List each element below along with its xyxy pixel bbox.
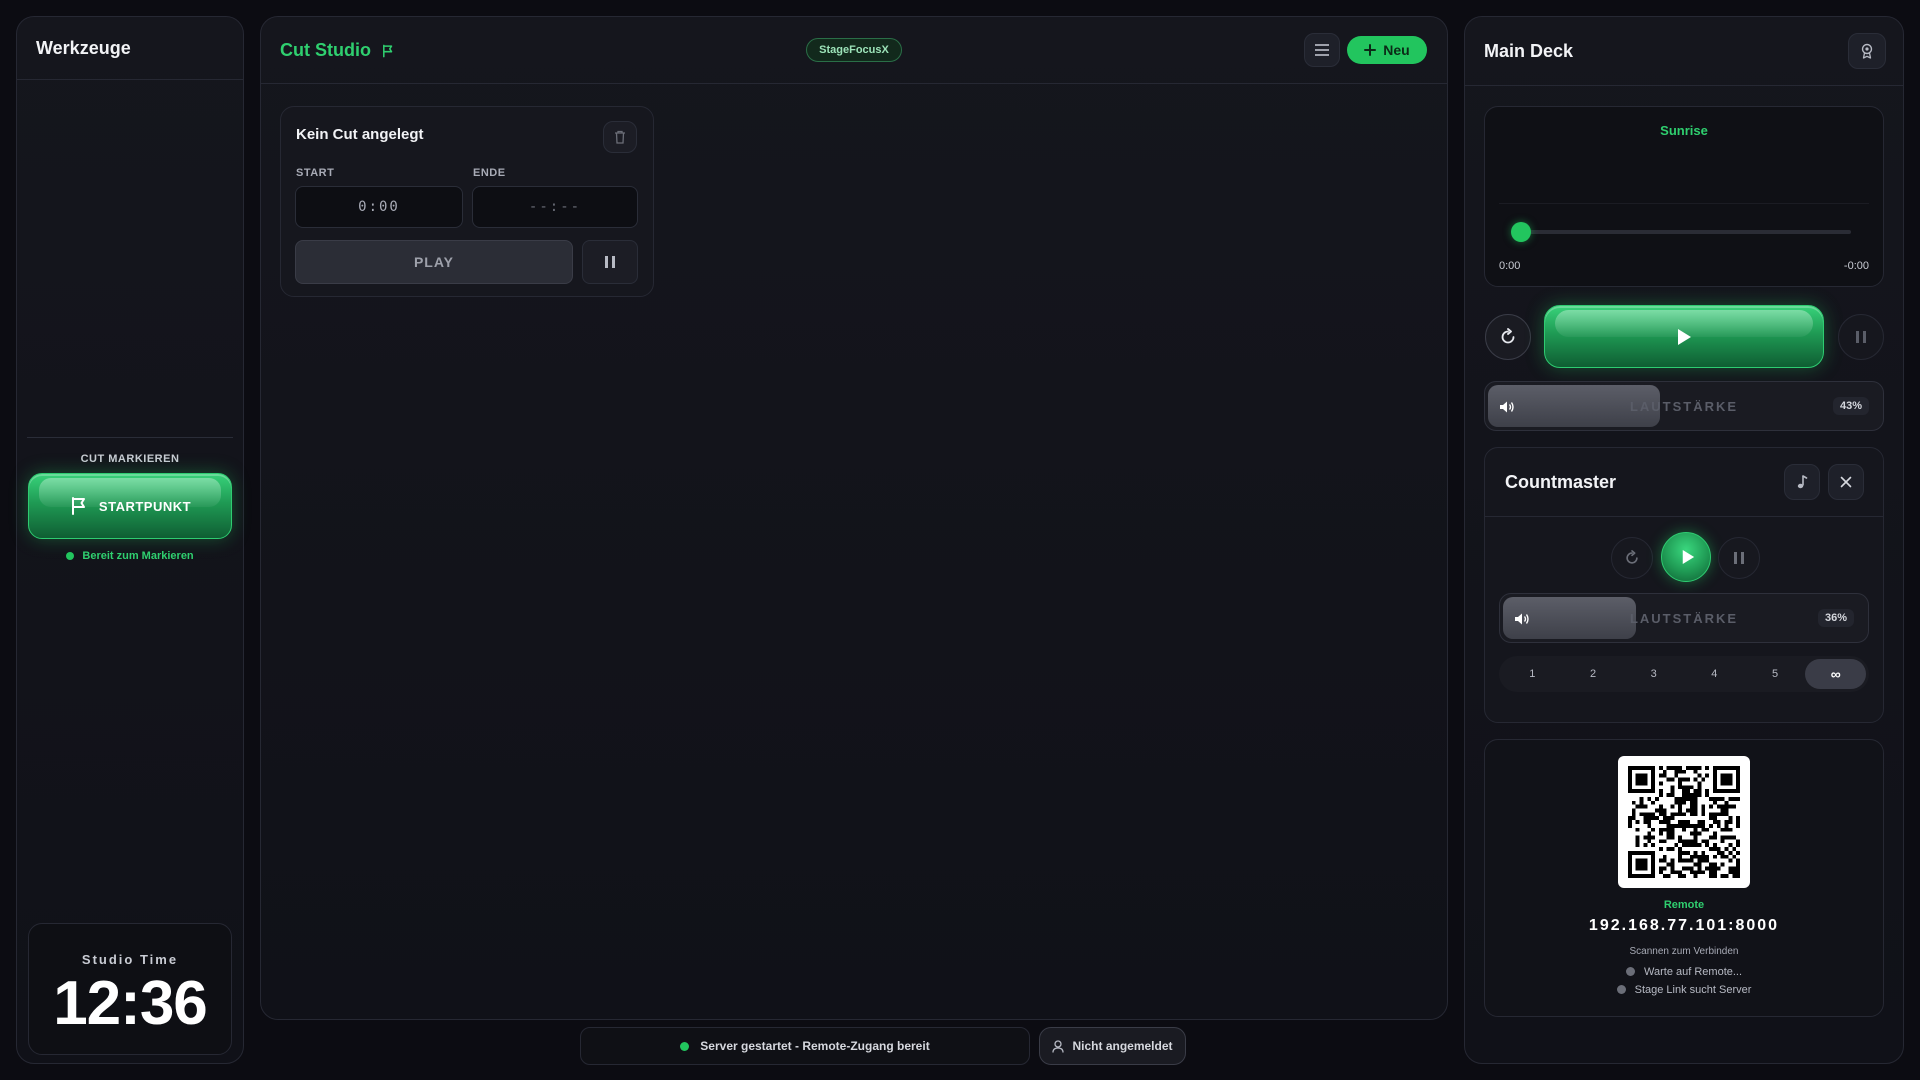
reload-icon	[1626, 550, 1638, 564]
main-deck-panel: Main Deck Sunrise 0:00 -0:00 LAUTSTÄRKE …	[1464, 16, 1904, 1064]
list-icon	[1315, 44, 1329, 56]
flag-icon	[383, 44, 393, 57]
countmaster-card: Countmaster LAUTSTÄRKE 36% 1 2 3 4 5 ∞	[1484, 447, 1884, 723]
progress-track[interactable]	[1511, 222, 1851, 242]
close-icon	[1840, 476, 1852, 488]
remote-status-1-text: Warte auf Remote...	[1644, 966, 1743, 978]
main-volume-percent: 43%	[1832, 397, 1869, 415]
pause-icon	[605, 256, 615, 268]
delete-cut-button[interactable]	[603, 121, 637, 153]
startpunkt-label: STARTPUNKT	[98, 498, 192, 514]
cut-section-label: CUT MARKIEREN	[80, 453, 180, 465]
plus-icon	[1364, 44, 1377, 56]
tools-header-divider	[17, 79, 243, 80]
cut-play-button[interactable]: PLAY	[295, 240, 573, 284]
cut-card: Kein Cut angelegt START ENDE 0:00 --:-- …	[280, 106, 654, 297]
music-note-icon	[1797, 475, 1808, 489]
countmaster-volume-slider[interactable]: LAUTSTÄRKE 36%	[1499, 593, 1869, 643]
start-label: START	[296, 167, 335, 179]
cut-studio-panel: Cut Studio StageFocusX Neu Kein Cut ange…	[260, 16, 1448, 1020]
list-view-button[interactable]	[1304, 33, 1340, 67]
countmaster-reload-button[interactable]	[1611, 537, 1653, 579]
login-status-button[interactable]: Nicht angemeldet	[1039, 1027, 1186, 1065]
countmaster-volume-label: LAUTSTÄRKE	[1629, 610, 1739, 626]
count-tab-3[interactable]: 3	[1623, 659, 1684, 689]
count-tab-5[interactable]: 5	[1745, 659, 1806, 689]
reload-icon	[1501, 328, 1515, 344]
main-play-button[interactable]	[1544, 305, 1824, 368]
server-status-dot	[680, 1041, 690, 1051]
count-tab-1[interactable]: 1	[1502, 659, 1563, 689]
cut-title: Kein Cut angelegt	[296, 126, 424, 143]
remote-card: Remote 192.168.77.101:8000 Scannen zum V…	[1484, 739, 1884, 1017]
remote-address: 192.168.77.101:8000	[1588, 917, 1780, 934]
cut-studio-header-divider	[261, 83, 1447, 84]
flag-icon	[71, 497, 85, 515]
end-label: ENDE	[473, 167, 506, 179]
reload-button[interactable]	[1485, 314, 1531, 360]
new-cut-button[interactable]: Neu	[1347, 36, 1427, 64]
ready-text: Bereit zum Markieren	[82, 550, 194, 562]
countmaster-close-button[interactable]	[1828, 464, 1864, 500]
remote-status-2-text: Stage Link sucht Server	[1634, 984, 1752, 996]
server-status-pill: Server gestartet - Remote-Zugang bereit	[580, 1027, 1030, 1065]
countmaster-music-button[interactable]	[1784, 464, 1820, 500]
main-deck-header-divider	[1465, 85, 1903, 86]
countmaster-volume-percent: 36%	[1817, 609, 1854, 627]
countmaster-title: Countmaster	[1505, 472, 1617, 492]
qr-code-icon	[1628, 766, 1740, 878]
ready-status: Bereit zum Markieren	[17, 550, 243, 562]
remote-status-1-dot	[1625, 967, 1635, 976]
pause-icon	[1856, 331, 1866, 343]
startpunkt-button[interactable]: STARTPUNKT	[28, 473, 232, 539]
remote-label: Remote	[1663, 899, 1705, 911]
qr-code[interactable]	[1618, 756, 1750, 888]
play-icon	[1682, 550, 1694, 564]
remote-status-1: Warte auf Remote...	[1485, 966, 1883, 978]
start-time-field[interactable]: 0:00	[295, 186, 463, 228]
studio-time-label: Studio Time	[81, 952, 179, 967]
countmaster-play-button[interactable]	[1661, 532, 1711, 582]
new-cut-label: Neu	[1383, 42, 1410, 58]
stagefocus-badge: StageFocusX	[806, 38, 902, 62]
countmaster-header-divider	[1485, 516, 1883, 517]
award-icon	[1861, 43, 1873, 59]
login-status-text: Nicht angemeldet	[1072, 1039, 1173, 1053]
count-tab-4[interactable]: 4	[1684, 659, 1745, 689]
cut-pause-button[interactable]	[582, 240, 638, 284]
player-card: Sunrise 0:00 -0:00	[1484, 106, 1884, 287]
tools-panel: Werkzeuge CUT MARKIEREN STARTPUNKT Berei…	[16, 16, 244, 1064]
main-volume-label: LAUTSTÄRKE	[1629, 398, 1739, 414]
server-status-text: Server gestartet - Remote-Zugang bereit	[700, 1039, 930, 1053]
elapsed-time: 0:00	[1499, 260, 1521, 272]
end-time-field[interactable]: --:--	[472, 186, 638, 228]
remote-status-2-dot	[1616, 985, 1626, 994]
studio-time-card: Studio Time 12:36	[28, 923, 232, 1055]
ready-dot	[66, 552, 75, 560]
progress-thumb[interactable]	[1511, 222, 1531, 242]
main-pause-button[interactable]	[1838, 314, 1884, 360]
user-icon	[1052, 1039, 1065, 1053]
remaining-time: -0:00	[1843, 260, 1869, 272]
countmaster-pause-button[interactable]	[1718, 537, 1760, 579]
play-icon	[1678, 328, 1691, 345]
main-volume-slider[interactable]: LAUTSTÄRKE 43%	[1484, 381, 1884, 431]
cut-studio-title: Cut Studio	[280, 40, 395, 61]
count-tab-6[interactable]: ∞	[1805, 659, 1867, 689]
waveform-area	[1499, 203, 1869, 204]
count-selector: 1 2 3 4 5 ∞	[1499, 656, 1869, 692]
pause-icon	[1734, 552, 1744, 564]
studio-clock: 12:36	[53, 969, 208, 1038]
trash-icon	[615, 130, 625, 144]
tools-title: Werkzeuge	[36, 38, 131, 58]
main-deck-title: Main Deck	[1484, 41, 1574, 61]
count-tab-2[interactable]: 2	[1563, 659, 1624, 689]
remote-hint: Scannen zum Verbinden	[1629, 946, 1739, 957]
deck-settings-button[interactable]	[1848, 33, 1886, 69]
cut-studio-title-text: Cut Studio	[280, 40, 371, 60]
cut-section-divider	[27, 437, 233, 438]
remote-status-2: Stage Link sucht Server	[1485, 984, 1883, 996]
track-name: Sunrise	[1660, 123, 1708, 138]
